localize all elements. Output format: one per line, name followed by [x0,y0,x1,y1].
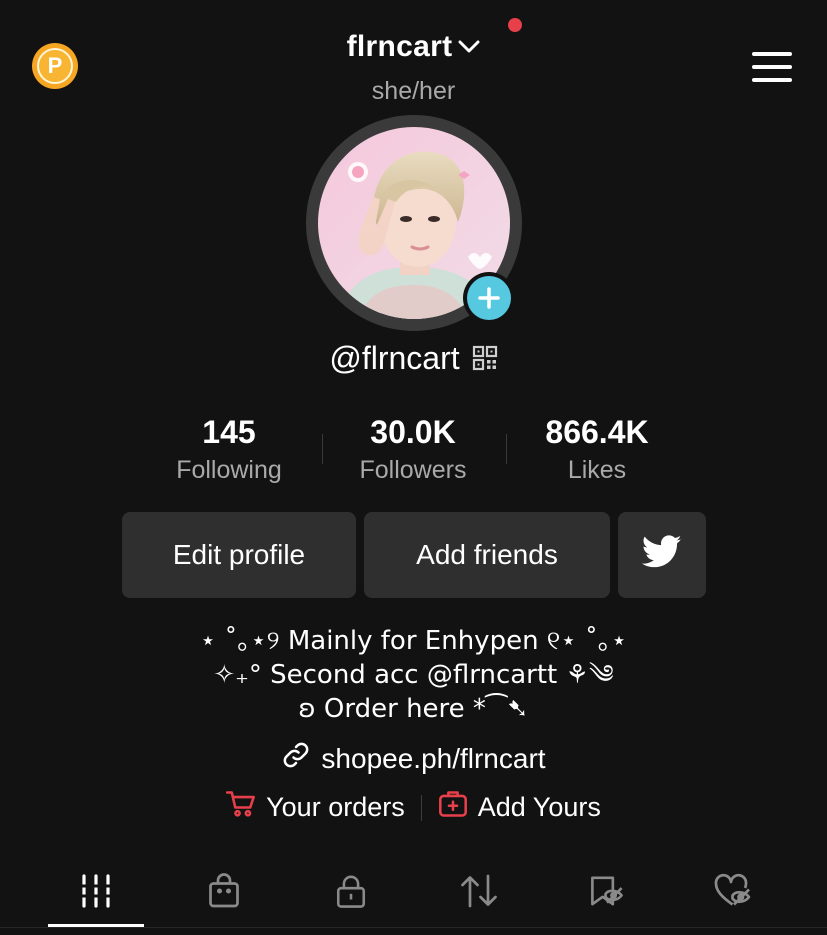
account-switcher[interactable]: flrncart [0,30,827,65]
stat-following[interactable]: 145 Following [137,414,321,494]
add-friends-button[interactable]: Add friends [364,512,610,598]
tab-videos[interactable] [32,858,160,928]
username-label: flrncart [346,30,453,63]
add-avatar-button[interactable] [463,272,515,324]
lock-icon [334,873,368,914]
hidden-heart-icon [714,873,754,914]
tab-liked[interactable] [670,858,798,928]
stat-value: 866.4K [545,414,649,450]
add-yours-icon [438,790,478,825]
bio-line: ⋆ ˚｡⋆୨ Mainly for Enhypen ୧⋆ ˚｡⋆ [199,626,628,656]
pronouns: she/her [371,77,456,105]
stat-followers[interactable]: 30.0K Followers [321,414,505,494]
hidden-bookmark-icon [588,873,626,914]
bio-line: ʚ Order here *⁀➷ [298,694,529,724]
profile-tabs [32,858,798,928]
edit-profile-label: Edit profile [172,539,306,570]
twitter-button[interactable] [618,512,706,598]
chevron-down-icon [458,28,480,62]
extras-divider [420,794,422,821]
edit-profile-button[interactable]: Edit profile [122,512,356,598]
stat-label: Following [176,456,282,484]
tabs-divider [0,927,827,928]
your-orders-link[interactable]: Your orders [226,790,405,825]
extras-row: Your orders Add Yours [0,790,827,825]
repost-icon [459,873,499,914]
stat-divider [322,434,323,464]
twitter-icon [641,534,682,576]
bio-link[interactable]: shopee.ph/flrncart [0,740,827,777]
tab-private[interactable] [287,858,415,928]
grid-icon [79,873,113,913]
add-yours-label: Add Yours [477,792,601,822]
stats-row: 145 Following 30.0K Followers 866.4K Lik… [137,414,689,494]
your-orders-label: Your orders [266,792,405,822]
menu-icon[interactable] [752,52,792,82]
shopping-bag-icon [206,872,242,914]
qr-code-icon[interactable] [472,342,498,379]
stat-value: 30.0K [370,414,456,450]
notification-dot [508,18,522,32]
tab-shop[interactable] [160,858,288,928]
tab-favorites[interactable] [543,858,671,928]
tab-reposts[interactable] [415,858,543,928]
handle: @flrncart [329,340,460,376]
add-friends-label: Add friends [416,539,558,570]
add-yours-link[interactable]: Add Yours [438,790,601,825]
plus-icon [467,276,511,320]
link-icon [281,740,321,777]
link-text: shopee.ph/flrncart [321,742,546,774]
stat-label: Likes [567,456,627,484]
stat-label: Followers [359,456,467,484]
bio-line: ✧₊° Second acc @flrncartt ⚘༄ [213,660,614,690]
stat-divider [506,434,507,464]
stat-likes[interactable]: 866.4K Likes [505,414,689,494]
handle-row: @flrncart [0,338,827,379]
stat-value: 145 [202,414,256,450]
cart-icon [226,790,266,825]
bio: ⋆ ˚｡⋆୨ Mainly for Enhypen ୧⋆ ˚｡⋆ ✧₊° Sec… [0,624,827,726]
